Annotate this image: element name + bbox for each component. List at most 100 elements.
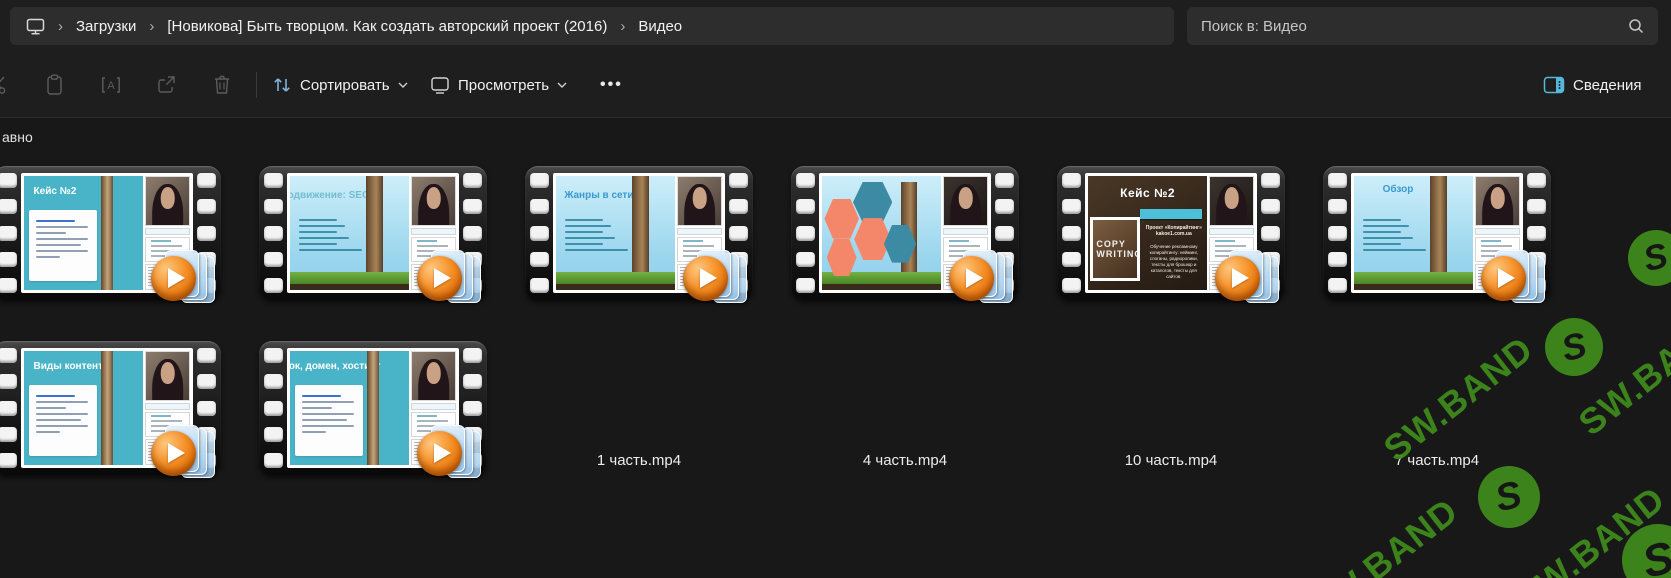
video-file-item[interactable]: одвижение: SEO6 часть.mp4 <box>259 166 487 300</box>
sprocket-hole <box>995 226 1014 241</box>
soil <box>556 284 675 290</box>
soil <box>290 284 409 290</box>
file-name[interactable]: 10 часть.mp4 <box>1057 452 1285 469</box>
play-button <box>949 256 994 301</box>
media-player-overlay-icon <box>417 425 481 481</box>
webcam-preview <box>145 351 190 401</box>
sidebar-header <box>1209 228 1254 235</box>
video-thumbnail[interactable]: одвижение: SEO <box>259 166 487 300</box>
text-line <box>36 220 75 222</box>
soil <box>1354 284 1473 290</box>
sprocket-hole <box>197 199 216 214</box>
watermark-logo-icon: S <box>1478 466 1540 528</box>
video-thumbnail[interactable] <box>791 166 1019 300</box>
sprocket-hole <box>0 348 17 363</box>
video-thumbnail[interactable]: Кейс №2 <box>0 166 221 300</box>
video-thumbnail[interactable]: Кейс №2COPYWRITINGПроект «Копирайтинг» k… <box>1057 166 1285 300</box>
sprocket-hole <box>530 173 549 188</box>
video-thumbnail[interactable]: Виды контента <box>0 341 221 475</box>
video-file-item[interactable]: Кейс №2COPYWRITINGПроект «Копирайтинг» k… <box>1057 166 1285 300</box>
search-icon[interactable] <box>1628 18 1644 34</box>
sprocket-hole <box>796 278 815 293</box>
webcam-preview <box>943 176 988 226</box>
video-file-item[interactable]: Виды контента3 часть.mp4 <box>0 341 221 475</box>
sprocket-hole <box>530 199 549 214</box>
text-line <box>36 401 88 403</box>
tree-trunk <box>366 176 383 274</box>
video-thumbnail[interactable]: Обзор <box>1323 166 1551 300</box>
watermark-logo-icon: S <box>1628 230 1671 286</box>
file-name[interactable]: 1 часть.mp4 <box>525 452 753 469</box>
video-file-item[interactable]: Кейс №25 часть.mp4 <box>0 166 221 300</box>
sprocket-hole <box>995 173 1014 188</box>
sort-button[interactable]: Сортировать <box>272 52 408 118</box>
sprocket-hole <box>796 226 815 241</box>
hexagon-shape <box>824 199 859 239</box>
video-file-item[interactable]: ок, домен, хостинг2 часть.mp4 <box>259 341 487 475</box>
sprocket-hole <box>1062 278 1081 293</box>
sprocket-hole <box>0 374 17 389</box>
breadcrumb-item-course-folder[interactable]: [Новикова] Быть творцом. Как создать авт… <box>167 18 607 35</box>
sprocket-hole <box>0 173 17 188</box>
search-box[interactable]: Поиск в: Видео <box>1187 7 1658 45</box>
text-line <box>302 431 326 433</box>
video-file-item[interactable]: Обзор7 часть.mp4 <box>1323 166 1551 300</box>
play-triangle <box>434 443 451 463</box>
breadcrumb-item-video[interactable]: Видео <box>638 18 682 35</box>
sprocket-hole <box>729 226 748 241</box>
webcam-preview <box>411 351 456 401</box>
video-thumbnail[interactable]: Жанры в сети <box>525 166 753 300</box>
slide-title: Виды контента <box>34 361 109 372</box>
text-line <box>417 240 437 242</box>
delete-button[interactable] <box>212 52 232 118</box>
text-line <box>151 245 182 247</box>
slide-preview <box>822 176 941 290</box>
video-file-item[interactable]: 4 часть.mp4 <box>791 166 1019 300</box>
sprocket-hole <box>0 401 17 416</box>
text-line <box>36 407 66 409</box>
paste-button[interactable] <box>45 52 65 118</box>
filmstrip-holes <box>0 348 17 468</box>
text-line <box>151 420 182 422</box>
play-triangle <box>966 268 983 288</box>
file-name[interactable]: 4 часть.mp4 <box>791 452 1019 469</box>
share-button[interactable] <box>156 52 178 118</box>
video-file-item[interactable]: Жанры в сети1 часть.mp4 <box>525 166 753 300</box>
sidebar-header <box>677 228 722 235</box>
text-line <box>417 245 448 247</box>
rename-button[interactable]: A <box>100 52 122 118</box>
sprocket-hole <box>463 374 482 389</box>
video-thumbnail[interactable]: ок, домен, хостинг <box>259 341 487 475</box>
text-line <box>565 219 603 221</box>
slide-preview: Кейс №2 <box>24 176 143 290</box>
sprocket-hole <box>796 173 815 188</box>
slide-text-lines <box>562 215 628 251</box>
webcam-preview <box>1475 176 1520 226</box>
sprocket-hole <box>995 199 1014 214</box>
filmstrip-holes <box>530 173 549 293</box>
wooden-pole <box>101 351 113 465</box>
file-explorer-window: › Загрузки › [Новикова] Быть творцом. Ка… <box>0 0 1671 578</box>
sprocket-hole <box>197 226 216 241</box>
cut-button[interactable] <box>0 52 9 118</box>
soil <box>822 284 941 290</box>
text-line <box>565 225 611 227</box>
details-pane-button[interactable]: Сведения <box>1543 52 1642 118</box>
play-triangle <box>1232 268 1249 288</box>
more-options-button[interactable]: ••• <box>600 52 623 118</box>
photo-text: WRITING <box>1093 249 1137 259</box>
breadcrumb-item-downloads[interactable]: Загрузки <box>76 18 136 35</box>
filmstrip-holes <box>1328 173 1347 293</box>
text-line <box>417 415 437 417</box>
breadcrumb[interactable]: › Загрузки › [Новикова] Быть творцом. Ка… <box>10 7 1174 45</box>
sprocket-hole <box>197 173 216 188</box>
slide-preview: Виды контента <box>24 351 143 465</box>
view-label: Просмотреть <box>458 77 549 94</box>
slide-preview: ок, домен, хостинг <box>290 351 409 465</box>
play-button <box>417 256 462 301</box>
text-line <box>299 237 349 239</box>
copywriting-photo: COPYWRITING <box>1090 217 1140 281</box>
view-button[interactable]: Просмотреть <box>430 52 567 118</box>
text-line <box>1363 243 1401 245</box>
text-line <box>36 431 60 433</box>
